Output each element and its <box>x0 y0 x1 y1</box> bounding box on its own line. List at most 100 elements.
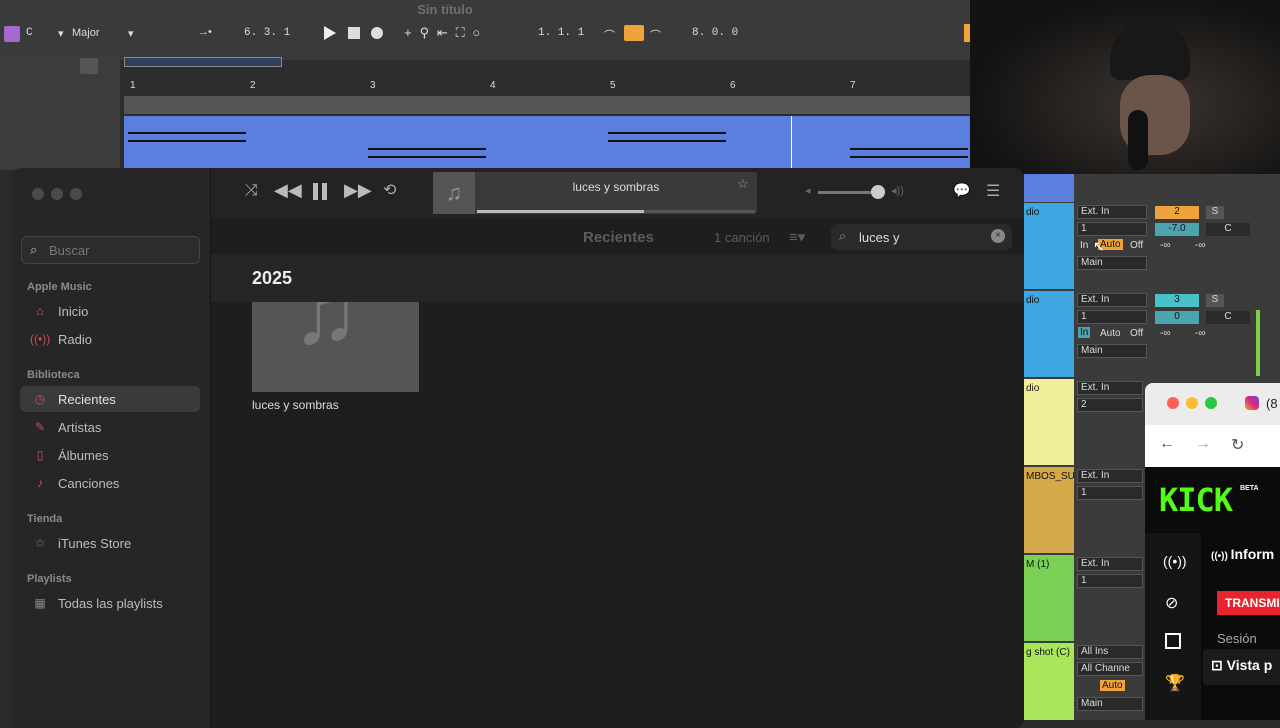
monitor-in-button[interactable]: In <box>1080 240 1088 251</box>
link-icon[interactable]: ⊘ <box>1165 593 1178 613</box>
track-header[interactable]: MBOS_SU <box>1024 467 1075 553</box>
sidebar-search[interactable]: ⌕ Buscar <box>21 236 200 264</box>
input-channel-select[interactable]: All Channe <box>1077 662 1143 676</box>
locator-strip[interactable] <box>124 96 970 114</box>
bar-number: 5 <box>610 80 616 91</box>
album-title[interactable]: luces y sombras <box>252 398 339 412</box>
maximize-window-icon[interactable] <box>1205 397 1217 409</box>
maximize-window-icon[interactable] <box>70 188 82 200</box>
monitor-auto-button[interactable]: Auto <box>1100 328 1121 339</box>
chevron-down-icon[interactable]: ▾ <box>128 27 134 41</box>
star-icon[interactable]: ☆ <box>737 176 749 192</box>
monitor-off-button[interactable]: Off <box>1130 240 1143 251</box>
input-channel-select[interactable]: 2 <box>1077 398 1143 412</box>
chart-icon[interactable] <box>1165 633 1181 649</box>
album-artwork[interactable]: ♫ <box>252 302 419 392</box>
volume-value[interactable]: 0 <box>1155 311 1199 324</box>
preview-button[interactable]: ⊡ Vista p <box>1211 657 1272 674</box>
loop-start[interactable]: 1. 1. 1 <box>538 27 584 39</box>
pause-icon[interactable] <box>313 183 318 200</box>
input-type-select[interactable]: Ext. In <box>1077 205 1147 219</box>
input-type-select[interactable]: All Ins <box>1077 645 1143 659</box>
track-header[interactable]: dio <box>1024 291 1074 377</box>
chevron-down-icon[interactable]: ▾ <box>58 27 64 40</box>
search-field[interactable]: ⌕ luces y × <box>831 224 1012 250</box>
input-type-select[interactable]: Ext. In <box>1077 293 1147 307</box>
queue-icon[interactable]: ☰ <box>986 181 1000 201</box>
kick-logo[interactable]: KICK <box>1159 481 1233 519</box>
input-channel-select[interactable]: 1 <box>1077 310 1147 324</box>
sidebar-item-all-playlists[interactable]: ▦ Todas las playlists <box>20 590 200 616</box>
menu-icon[interactable] <box>80 58 98 74</box>
reload-icon[interactable]: ↻ <box>1231 435 1244 455</box>
now-playing-panel[interactable]: ♫ luces y sombras ☆ <box>433 172 757 214</box>
record-icon[interactable] <box>371 27 383 39</box>
input-type-select[interactable]: Ext. In <box>1077 469 1143 483</box>
rewind-icon[interactable]: ◀◀ <box>274 180 302 201</box>
pan-value[interactable]: C <box>1206 223 1250 236</box>
position-display[interactable]: 6. 3. 1 <box>244 27 290 39</box>
key-select[interactable]: C <box>26 27 33 39</box>
sidebar-item-inicio[interactable]: ⌂ Inicio <box>20 298 200 324</box>
loop-length[interactable]: 8. 0. 0 <box>692 27 738 39</box>
play-icon[interactable] <box>324 26 336 40</box>
midi-clip[interactable] <box>124 116 970 168</box>
volume-value[interactable]: -7.0 <box>1155 223 1199 236</box>
input-channel-select[interactable]: 1 <box>1077 222 1147 236</box>
track-header[interactable]: dio <box>1024 379 1074 465</box>
instagram-tab-icon[interactable] <box>1245 396 1259 410</box>
lyrics-icon[interactable]: 💬 <box>953 182 970 199</box>
track-header[interactable]: g shot (C) <box>1024 643 1074 720</box>
punch-out-icon[interactable]: ⌒ <box>650 27 661 43</box>
shuffle-icon[interactable]: ⤨ <box>245 182 258 200</box>
sidebar-item-artistas[interactable]: ✎ Artistas <box>20 414 200 440</box>
track-number[interactable]: 2 <box>1155 206 1199 219</box>
track-header[interactable]: M (1) <box>1024 555 1074 641</box>
pan-value[interactable]: C <box>1206 311 1250 324</box>
sort-icon[interactable]: ≡▾ <box>789 228 805 246</box>
minimize-window-icon[interactable] <box>1186 397 1198 409</box>
output-select[interactable]: Main <box>1077 256 1147 270</box>
broadcast-icon[interactable]: ((•)) <box>1163 553 1187 569</box>
sidebar-item-radio[interactable]: ((•)) Radio <box>20 326 200 352</box>
punch-in-icon[interactable]: ⌒ <box>604 27 615 43</box>
output-select[interactable]: Main <box>1077 344 1147 358</box>
stop-icon[interactable] <box>348 27 360 39</box>
trophy-icon[interactable]: 🏆 <box>1165 673 1185 693</box>
progress-track[interactable] <box>477 210 755 213</box>
fast-forward-icon[interactable]: ▶▶ <box>344 180 372 201</box>
sidebar-item-albumes[interactable]: ▯ Álbumes <box>20 442 200 468</box>
input-channel-select[interactable]: 1 <box>1077 486 1143 500</box>
solo-button[interactable]: S <box>1206 294 1224 307</box>
input-channel-select[interactable]: 1 <box>1077 574 1143 588</box>
clear-search-icon[interactable]: × <box>991 229 1005 243</box>
live-button[interactable]: TRANSMI <box>1217 591 1280 615</box>
automation-icons[interactable]: + ⚲ ⇤ ⛶ ○ <box>404 26 480 41</box>
loop-icon[interactable] <box>624 25 644 41</box>
close-window-icon[interactable] <box>1167 397 1179 409</box>
output-select[interactable]: Main <box>1077 697 1143 711</box>
overview-bar[interactable] <box>124 57 282 67</box>
scale-icon[interactable] <box>4 26 20 42</box>
solo-button[interactable]: S <box>1206 206 1224 219</box>
peak-value: -∞ <box>1160 328 1171 339</box>
repeat-icon[interactable]: ⟲ <box>383 180 396 200</box>
track-number[interactable]: 3 <box>1155 294 1199 307</box>
input-type-select[interactable]: Ext. In <box>1077 557 1143 571</box>
sidebar-item-canciones[interactable]: ♪ Canciones <box>20 470 200 496</box>
minimize-window-icon[interactable] <box>51 188 63 200</box>
close-window-icon[interactable] <box>32 188 44 200</box>
track-header[interactable]: dio <box>1024 203 1074 289</box>
bar-ruler[interactable]: 1 2 3 4 5 6 7 <box>124 80 970 94</box>
monitor-auto-button[interactable]: Auto <box>1100 680 1125 691</box>
sidebar-item-recientes[interactable]: ◷ Recientes <box>20 386 200 412</box>
forward-icon[interactable]: → <box>1195 435 1211 453</box>
back-icon[interactable]: ← <box>1159 435 1175 453</box>
follow-icon[interactable]: →• <box>200 27 213 39</box>
monitor-off-button[interactable]: Off <box>1130 328 1143 339</box>
volume-knob[interactable] <box>871 185 885 199</box>
scale-select[interactable]: Major <box>72 27 100 39</box>
sidebar-item-itunes-store[interactable]: ☆ iTunes Store <box>20 530 200 556</box>
monitor-in-button[interactable]: In <box>1078 327 1091 338</box>
input-type-select[interactable]: Ext. In <box>1077 381 1143 395</box>
